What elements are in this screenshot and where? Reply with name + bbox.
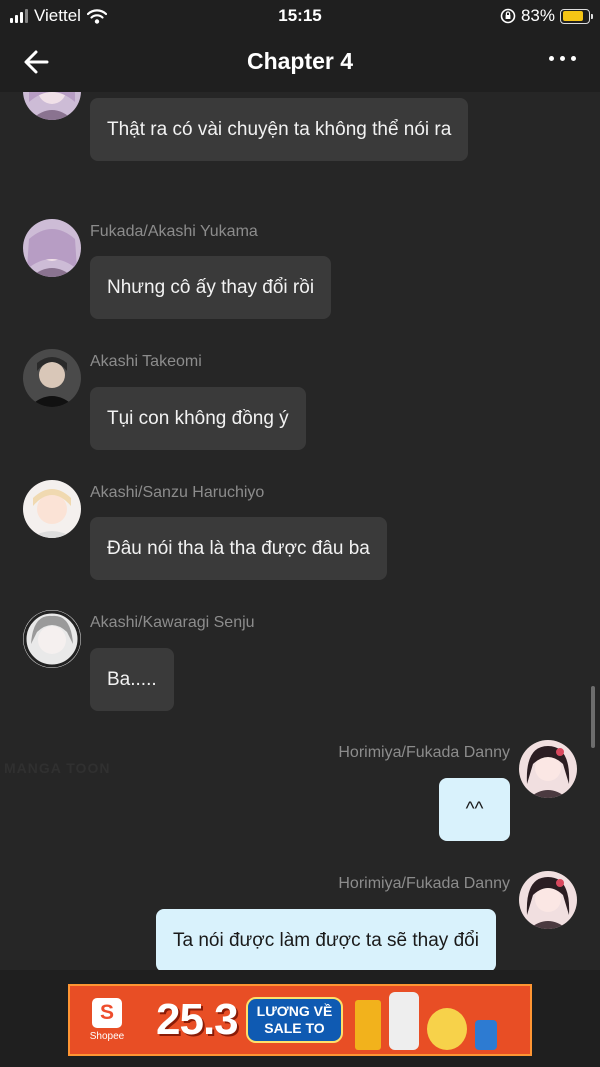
avatar-sanzu[interactable]	[23, 480, 81, 538]
author-name: Horimiya/Fukada Danny	[338, 744, 510, 761]
ad-slogan-line-2: SALE TO	[264, 1020, 325, 1036]
ad-product-images	[355, 990, 498, 1050]
ad-slogan: LƯƠNG VỀ SALE TO	[245, 997, 344, 1043]
product-image	[427, 1008, 468, 1050]
ad-bar: S Shopee 25.3 LƯƠNG VỀ SALE TO	[0, 970, 600, 1067]
avatar-danny[interactable]	[519, 740, 577, 798]
message-bubble: Ba.....	[90, 648, 174, 711]
chat-area[interactable]: Thật ra có vài chuyện ta không thể nói r…	[0, 92, 600, 970]
shopee-bag-icon: S	[92, 998, 122, 1028]
avatar-danny[interactable]	[519, 871, 577, 929]
watermark: MANGA TOON	[4, 760, 111, 776]
status-bar: Viettel 15:15 83%	[0, 0, 600, 32]
avatar-yukama[interactable]	[23, 219, 81, 277]
orientation-lock-icon	[500, 8, 516, 24]
message-bubble: Nhưng cô ấy thay đổi rồi	[90, 256, 332, 319]
ad-brand: Shopee	[89, 1031, 125, 1042]
product-image	[389, 992, 420, 1050]
product-image	[355, 1000, 382, 1050]
author-name: Akashi/Kawaragi Senju	[90, 614, 255, 631]
author-name: Akashi/Sanzu Haruchiyo	[90, 484, 265, 501]
author-name: Horimiya/Fukada Danny	[338, 875, 510, 892]
message-bubble: Tụi con không đồng ý	[90, 387, 306, 450]
ad-slogan-line-1: LƯƠNG VỀ	[256, 1003, 333, 1019]
scroll-indicator[interactable]	[591, 686, 595, 748]
message-bubble: Thật ra có vài chuyện ta không thể nói r…	[90, 98, 469, 161]
message-bubble-mine: ^^	[439, 778, 510, 841]
product-image	[475, 1020, 498, 1050]
ad-headline: 25.3	[156, 995, 239, 1044]
shopee-ad-banner[interactable]: S Shopee 25.3 LƯƠNG VỀ SALE TO	[68, 984, 532, 1056]
more-options-icon[interactable]	[549, 56, 576, 61]
battery-percentage: 83%	[520, 6, 555, 25]
avatar-yukama[interactable]	[23, 92, 81, 120]
author-name: Akashi Takeomi	[90, 353, 202, 370]
author-name: Fukada/Akashi Yukama	[90, 223, 258, 240]
message-bubble: Đâu nói tha là tha được đâu ba	[90, 517, 387, 580]
top-navigation-bar: Chapter 4	[0, 32, 600, 92]
avatar-senju[interactable]	[23, 610, 81, 668]
message-bubble-mine: Ta nói được làm được ta sẽ thay đổi	[156, 909, 496, 970]
battery-icon	[560, 8, 593, 24]
page-title: Chapter 4	[246, 48, 354, 74]
avatar-takeomi[interactable]	[23, 349, 81, 407]
